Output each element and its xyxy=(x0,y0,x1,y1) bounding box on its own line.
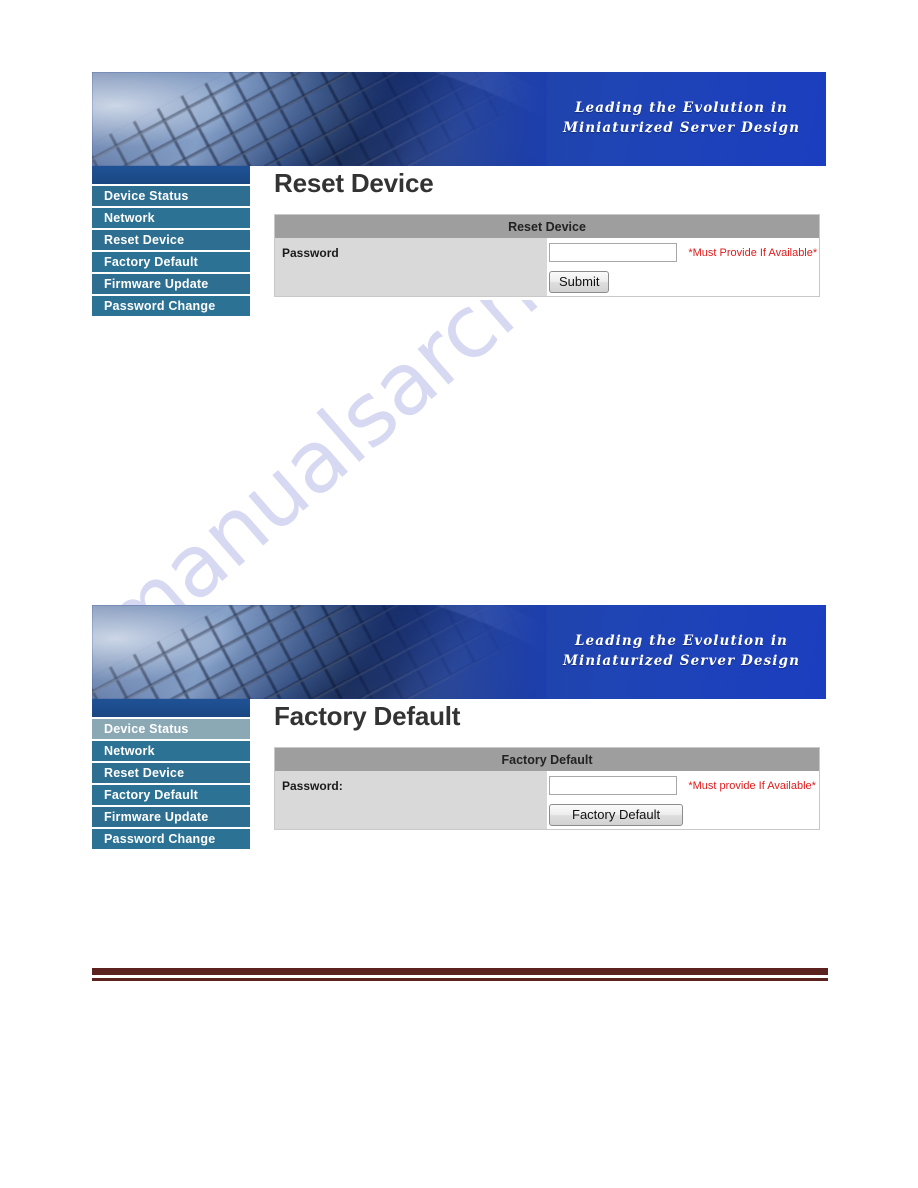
password-value-cell: *Must Provide If Available* xyxy=(547,238,820,267)
banner-tagline-2: Leading the Evolution in Miniaturized Se… xyxy=(563,631,800,671)
password-input[interactable] xyxy=(549,243,677,262)
sidebar-item-network-2[interactable]: Network xyxy=(92,741,250,763)
main-panel: Reset Device Reset Device Password *Must… xyxy=(274,166,918,297)
banner-server-photo xyxy=(92,72,548,166)
page-section-factory-default: Leading the Evolution in Miniaturized Se… xyxy=(0,605,918,851)
table-row-password: Password *Must Provide If Available* xyxy=(274,238,820,267)
sidebar-nav: Device Status Network Reset Device Facto… xyxy=(92,166,250,318)
sidebar-item-firmware-update-2[interactable]: Firmware Update xyxy=(92,807,250,829)
sidebar-item-device-status-2[interactable]: Device Status xyxy=(92,719,250,741)
sidebar-header-strip-2 xyxy=(92,699,250,719)
banner-tagline-line2: Miniaturized Server Design xyxy=(562,120,800,136)
sidebar-item-network[interactable]: Network xyxy=(92,208,250,230)
table-row-password-2: Password: *Must provide If Available* xyxy=(274,771,820,800)
footer-divider-thin-bar xyxy=(92,978,828,981)
banner-tagline-line1: Leading the Evolution in xyxy=(574,100,788,116)
action-label-spacer-2 xyxy=(274,800,547,830)
sidebar-item-factory-default[interactable]: Factory Default xyxy=(92,252,250,274)
factory-default-form-table: Factory Default Password: *Must provide … xyxy=(274,747,820,830)
footer-divider-thick-bar xyxy=(92,968,828,975)
table-row-action: Submit xyxy=(274,267,820,297)
sidebar-item-factory-default-2[interactable]: Factory Default xyxy=(92,785,250,807)
banner-tagline-2-line2: Miniaturized Server Design xyxy=(562,653,800,669)
password-hint: *Must Provide If Available* xyxy=(688,246,818,259)
page-title-2: Factory Default xyxy=(274,701,461,731)
sidebar-nav-2: Device Status Network Reset Device Facto… xyxy=(92,699,250,851)
table-header-row: Reset Device xyxy=(274,214,820,238)
action-cell-2: Factory Default xyxy=(547,800,820,830)
banner-tagline-2-line1: Leading the Evolution in xyxy=(574,633,788,649)
submit-button[interactable]: Submit xyxy=(549,270,610,293)
password-input-2[interactable] xyxy=(549,776,677,795)
password-label: Password xyxy=(274,238,547,267)
main-panel-2: Factory Default Factory Default Password… xyxy=(274,699,918,830)
site-banner: Leading the Evolution in Miniaturized Se… xyxy=(92,72,826,166)
password-hint-2: *Must provide If Available* xyxy=(688,779,816,792)
sidebar-item-reset-device-2[interactable]: Reset Device xyxy=(92,763,250,785)
table-row-action-2: Factory Default xyxy=(274,800,820,830)
sidebar-item-password-change[interactable]: Password Change xyxy=(92,296,250,318)
footer-divider xyxy=(92,968,828,981)
site-banner-2: Leading the Evolution in Miniaturized Se… xyxy=(92,605,826,699)
table-header-row-2: Factory Default xyxy=(274,747,820,771)
sidebar-item-firmware-update[interactable]: Firmware Update xyxy=(92,274,250,296)
sidebar-item-device-status[interactable]: Device Status xyxy=(92,186,250,208)
sidebar-item-reset-device[interactable]: Reset Device xyxy=(92,230,250,252)
action-cell: Submit xyxy=(547,267,820,297)
reset-device-form-table: Reset Device Password *Must Provide If A… xyxy=(274,214,820,297)
page-title: Reset Device xyxy=(274,168,434,198)
sidebar-item-password-change-2[interactable]: Password Change xyxy=(92,829,250,851)
table-header-title-2: Factory Default xyxy=(274,747,820,771)
password-label-2: Password: xyxy=(274,771,547,800)
factory-default-button[interactable]: Factory Default xyxy=(549,803,684,826)
sidebar-header-strip xyxy=(92,166,250,186)
page-section-reset-device: Leading the Evolution in Miniaturized Se… xyxy=(0,72,918,318)
table-header-title: Reset Device xyxy=(274,214,820,238)
banner-tagline: Leading the Evolution in Miniaturized Se… xyxy=(563,98,800,138)
password-value-cell-2: *Must provide If Available* xyxy=(547,771,820,800)
banner-server-photo-2 xyxy=(92,605,548,699)
action-label-spacer xyxy=(274,267,547,297)
